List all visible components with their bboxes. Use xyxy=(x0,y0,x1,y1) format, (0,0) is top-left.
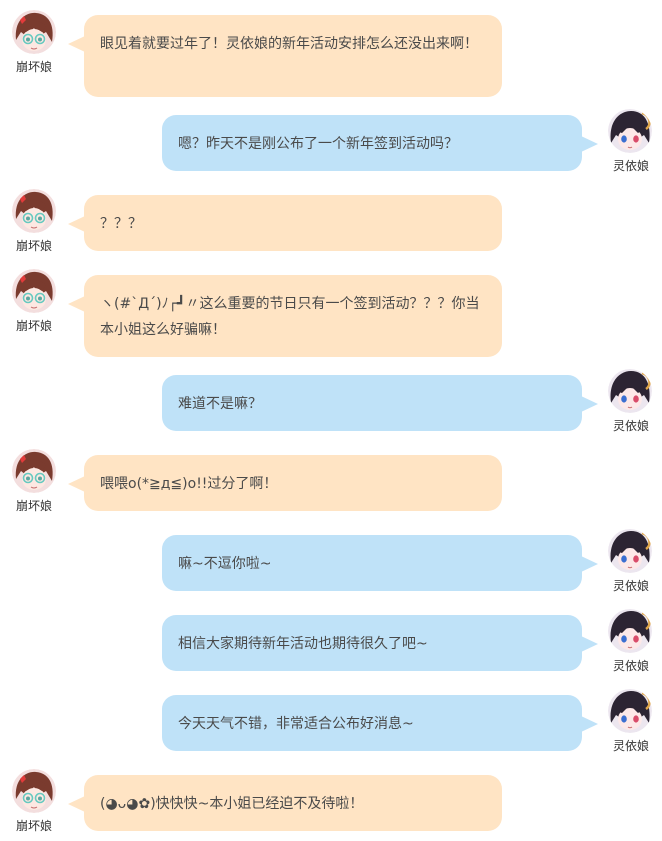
message-text: 今天天气不错，非常适合公布好消息~ xyxy=(178,716,414,732)
avatar-honkai[interactable] xyxy=(12,449,56,493)
message-bubble: ヽ(#`Д´)ﾉ┌┛〃这么重要的节日只有一个签到活动？？？你当本小姐这么好骗嘛！ xyxy=(68,275,502,357)
message-text: 难道不是嘛？ xyxy=(178,396,262,412)
avatar-lingyi[interactable] xyxy=(608,109,652,153)
avatar-lingyi[interactable] xyxy=(608,689,652,733)
sender-name: 灵依娘 xyxy=(612,419,649,433)
bubble-tail xyxy=(68,796,85,812)
message-bubble: 喂喂o(*≧д≦)o!!过分了啊！ xyxy=(68,455,502,511)
avatar-honkai[interactable] xyxy=(12,769,56,813)
bubble-tail xyxy=(581,556,598,572)
bubble-tail xyxy=(581,136,598,152)
message-bubble: 今天天气不错，非常适合公布好消息~ xyxy=(162,695,598,751)
avatar-honkai[interactable] xyxy=(12,10,56,54)
message-bubble: ？？？ xyxy=(68,195,502,251)
sender-name: 崩坏娘 xyxy=(15,499,52,513)
bubble-tail xyxy=(68,36,85,52)
avatar-lingyi[interactable] xyxy=(608,529,652,573)
message-text: ヽ(#`Д´)ﾉ┌┛〃这么重要的节日只有一个签到活动？？？你当本小姐这么好骗嘛！ xyxy=(100,296,480,338)
message-text: ？？？ xyxy=(100,216,142,232)
bubble-tail xyxy=(581,716,598,732)
message-text: 嘛~不逗你啦~ xyxy=(178,556,272,572)
sender-name: 灵依娘 xyxy=(612,739,649,753)
avatar-honkai[interactable] xyxy=(12,189,56,233)
sender-name: 崩坏娘 xyxy=(15,819,52,833)
bubble-tail xyxy=(581,636,598,652)
sender-name: 崩坏娘 xyxy=(15,239,52,253)
message-bubble: 嘛~不逗你啦~ xyxy=(162,535,598,591)
bubble-tail xyxy=(68,476,85,492)
message-bubble: (◕ᴗ◕✿)快快快~本小姐已经迫不及待啦！ xyxy=(68,775,502,831)
sender-name: 崩坏娘 xyxy=(15,60,52,74)
message-bubble: 难道不是嘛？ xyxy=(162,375,598,431)
sender-name: 灵依娘 xyxy=(612,579,649,593)
message-text: 嗯？昨天不是刚公布了一个新年签到活动吗？ xyxy=(178,136,458,152)
bubble-tail xyxy=(581,396,598,412)
message-text: 喂喂o(*≧д≦)o!!过分了啊！ xyxy=(100,476,278,492)
sender-name: 灵依娘 xyxy=(612,159,649,173)
bubble-tail xyxy=(68,216,85,232)
message-bubble: 嗯？昨天不是刚公布了一个新年签到活动吗？ xyxy=(162,115,598,171)
avatar-lingyi[interactable] xyxy=(608,369,652,413)
message-bubble: 眼见着就要过年了！灵依娘的新年活动安排怎么还没出来啊！ xyxy=(68,15,502,97)
message-bubble: 相信大家期待新年活动也期待很久了吧~ xyxy=(162,615,598,671)
message-text: 相信大家期待新年活动也期待很久了吧~ xyxy=(178,636,428,652)
sender-name: 灵依娘 xyxy=(612,659,649,673)
bubble-tail xyxy=(68,296,85,312)
message-text: (◕ᴗ◕✿)快快快~本小姐已经迫不及待啦！ xyxy=(100,796,364,812)
avatar-honkai[interactable] xyxy=(12,269,56,313)
message-text: 眼见着就要过年了！灵依娘的新年活动安排怎么还没出来啊！ xyxy=(100,36,478,52)
avatar-lingyi[interactable] xyxy=(608,609,652,653)
sender-name: 崩坏娘 xyxy=(15,319,52,333)
